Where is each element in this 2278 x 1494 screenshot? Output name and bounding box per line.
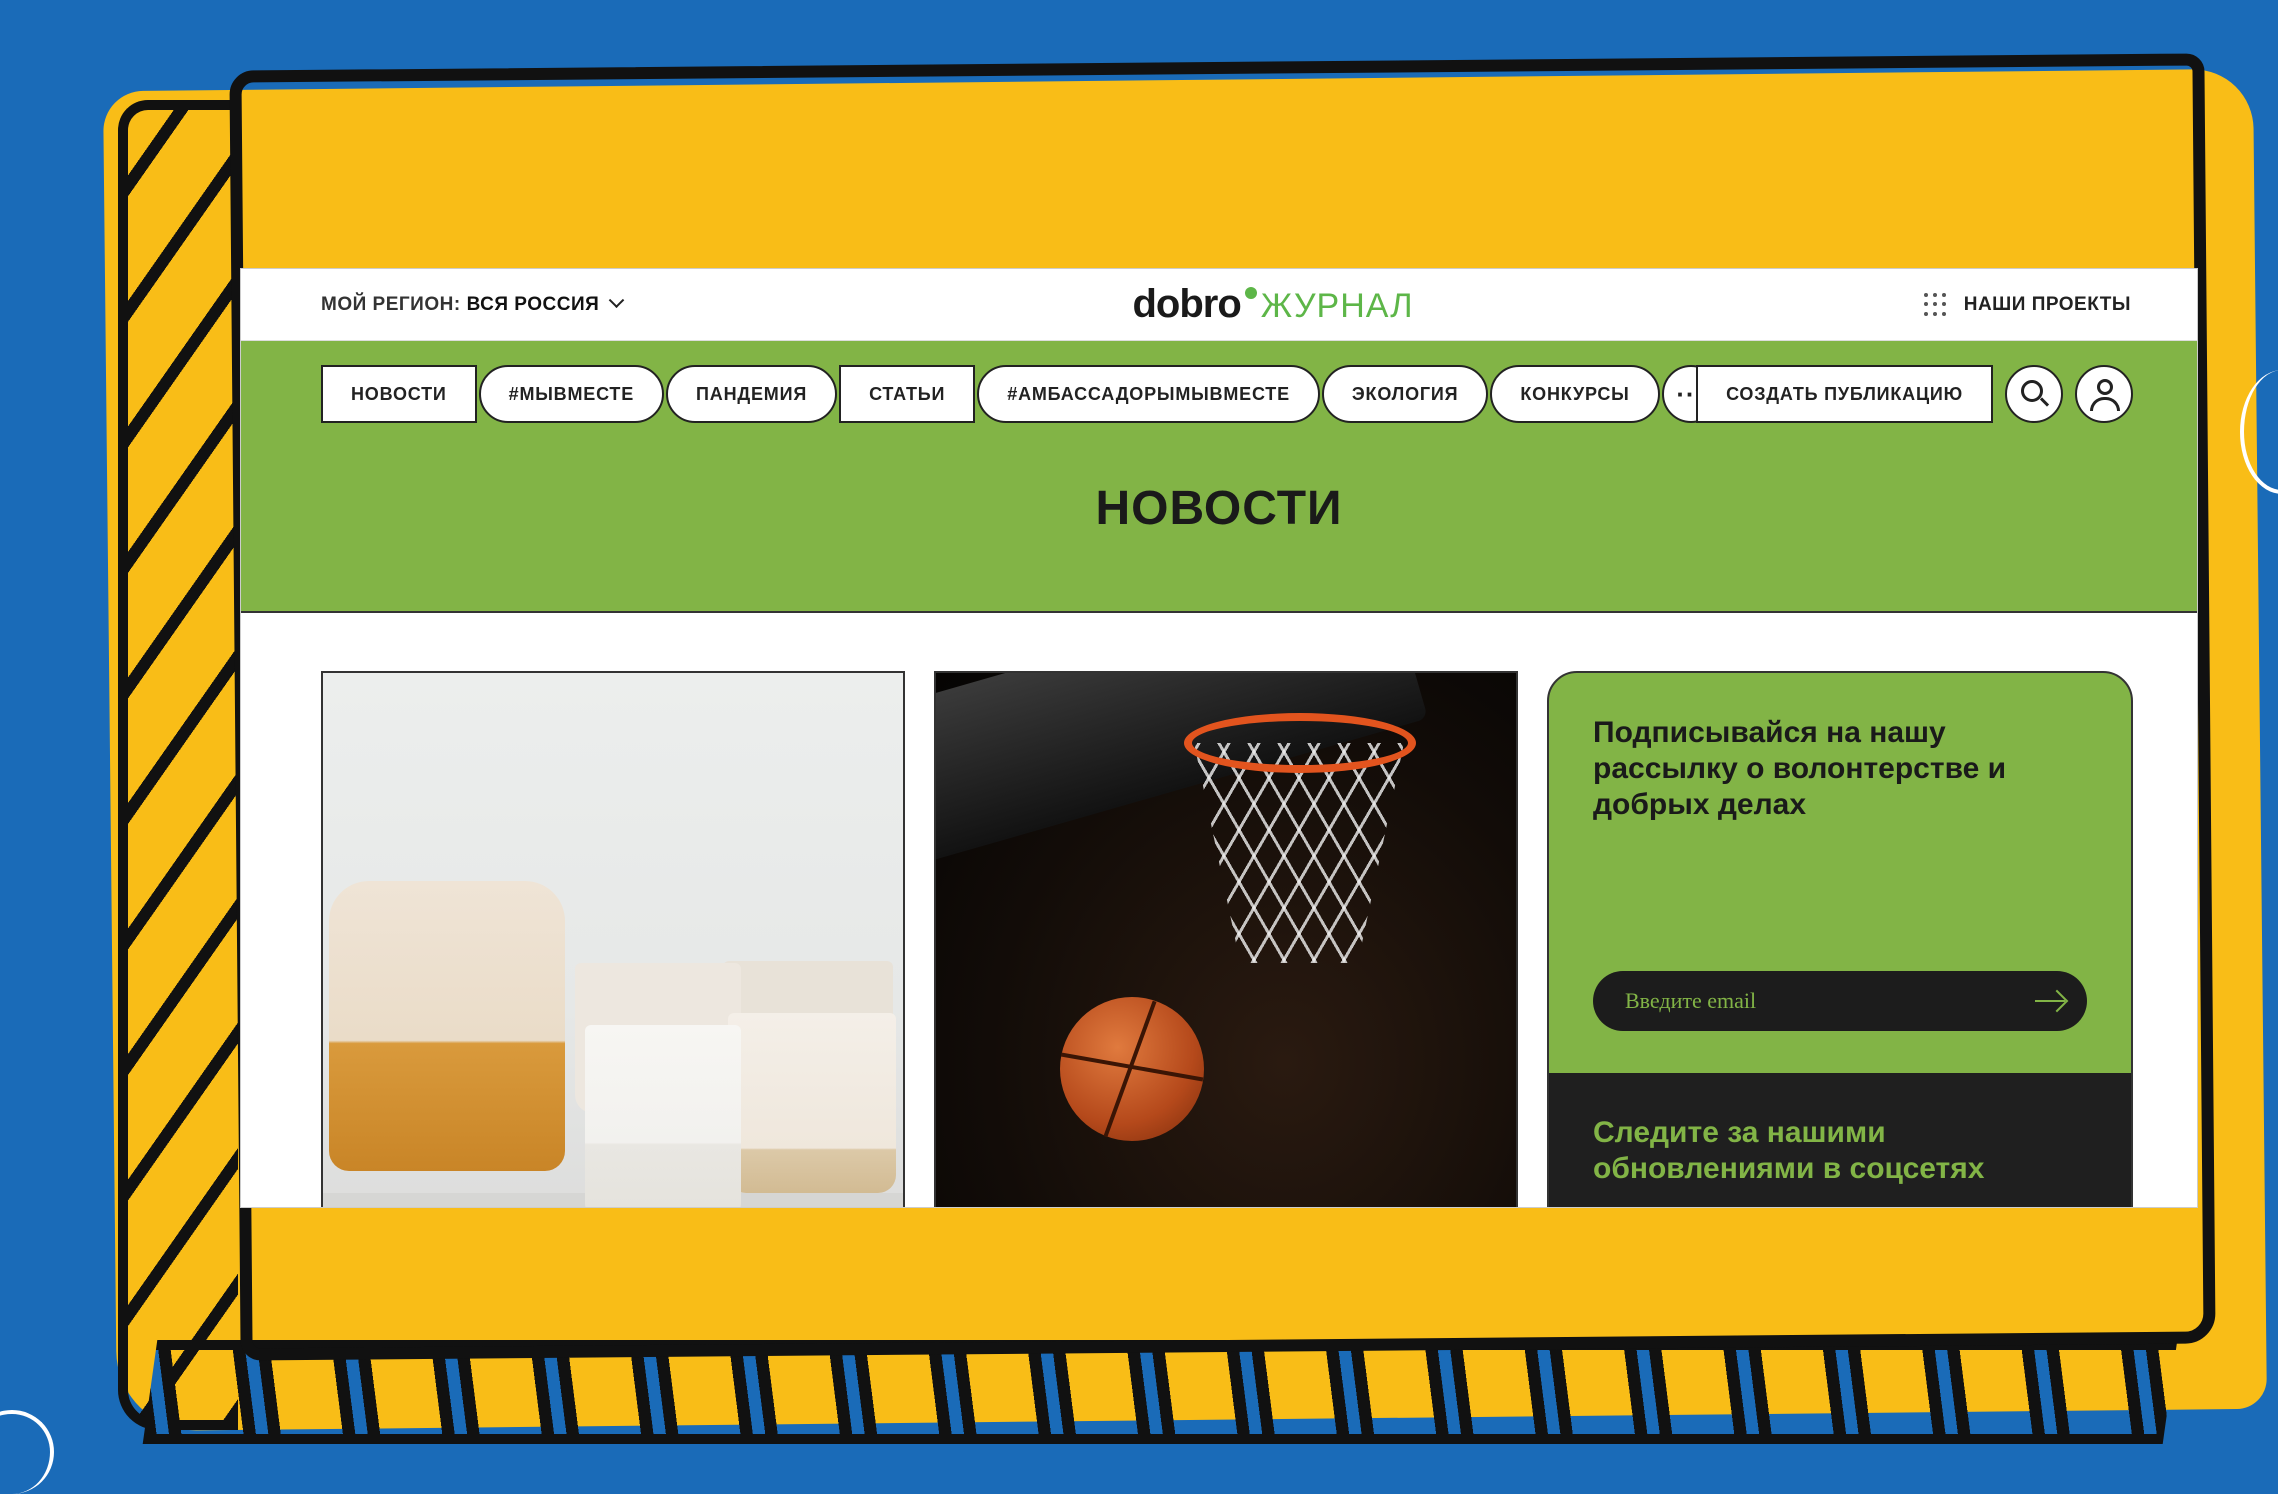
page-title: НОВОСТИ (1095, 482, 1343, 535)
newsletter-widget: Подписывайся на нашу рассылку о волонтер… (1547, 671, 2133, 1207)
nav-item-ambassadors[interactable]: #АМБАССАДОРЫМЫВМЕСТЕ (977, 365, 1320, 423)
nav-item-news[interactable]: НОВОСТИ (321, 365, 477, 423)
region-label: МОЙ РЕГИОН: (321, 293, 461, 315)
card-image-rim (1184, 713, 1416, 773)
social-block: Следите за нашими обновлениями в соцсетя… (1549, 1073, 2131, 1207)
news-card[interactable] (321, 671, 905, 1207)
top-bar: МОЙ РЕГИОН: ВСЯ РОССИЯ dobro ЖУРНАЛ НАШИ… (241, 269, 2197, 341)
email-input[interactable] (1623, 987, 2007, 1015)
decorative-white-swirl (0, 1410, 54, 1494)
decorative-striped-left-edge (118, 100, 238, 1430)
logo-dot-icon (1244, 287, 1257, 299)
email-form (1593, 971, 2087, 1031)
arrow-right-icon[interactable] (2035, 1000, 2065, 1002)
nav-item-pandemic[interactable]: ПАНДЕМИЯ (666, 365, 838, 423)
header-actions: СОЗДАТЬ ПУБЛИКАЦИЮ (1696, 365, 2133, 423)
profile-button[interactable] (2075, 365, 2133, 423)
category-nav: НОВОСТИ #МЫВМЕСТЕ ПАНДЕМИЯ СТАТЬИ #АМБАС… (321, 365, 1722, 423)
search-icon (2021, 380, 2043, 402)
projects-label: НАШИ ПРОЕКТЫ (1963, 293, 2131, 315)
news-card[interactable] (934, 671, 1518, 1207)
nav-item-ecology[interactable]: ЭКОЛОГИЯ (1321, 365, 1489, 423)
logo-brand: dobro (1132, 282, 1241, 326)
region-selector[interactable]: МОЙ РЕГИОН: ВСЯ РОССИЯ (321, 292, 625, 316)
search-button[interactable] (2005, 365, 2063, 423)
our-projects-link[interactable]: НАШИ ПРОЕКТЫ (1923, 292, 2131, 317)
site-logo[interactable]: dobro ЖУРНАЛ (1132, 282, 1413, 327)
newsletter-title: Подписывайся на нашу рассылку о волонтер… (1593, 716, 2007, 821)
grid-dots-icon (1923, 292, 1948, 317)
chevron-down-icon (609, 292, 625, 309)
social-title: Следите за нашими обновлениями в соцсетя… (1593, 1116, 1985, 1185)
card-image-cup (728, 1013, 896, 1193)
user-icon (2097, 379, 2113, 395)
news-content: Подписывайся на нашу рассылку о волонтер… (241, 613, 2197, 1207)
logo-journal: ЖУРНАЛ (1260, 287, 1414, 325)
nav-item-myvmeste[interactable]: #МЫВМЕСТЕ (478, 365, 665, 423)
card-image-basketball (1060, 997, 1204, 1141)
website-screenshot: МОЙ РЕГИОН: ВСЯ РОССИЯ dobro ЖУРНАЛ НАШИ… (240, 268, 2198, 1208)
card-image-net (1194, 743, 1404, 963)
region-value: ВСЯ РОССИЯ (466, 293, 600, 315)
create-publication-button[interactable]: СОЗДАТЬ ПУБЛИКАЦИЮ (1696, 365, 1993, 423)
nav-item-articles[interactable]: СТАТЬИ (839, 365, 976, 423)
category-header: НОВОСТИ #МЫВМЕСТЕ ПАНДЕМИЯ СТАТЬИ #АМБАС… (241, 341, 2197, 613)
nav-item-contests[interactable]: КОНКУРСЫ (1490, 365, 1660, 423)
card-image-cup (329, 881, 565, 1171)
user-icon-body (2090, 397, 2120, 411)
card-image-cup (585, 1025, 741, 1207)
